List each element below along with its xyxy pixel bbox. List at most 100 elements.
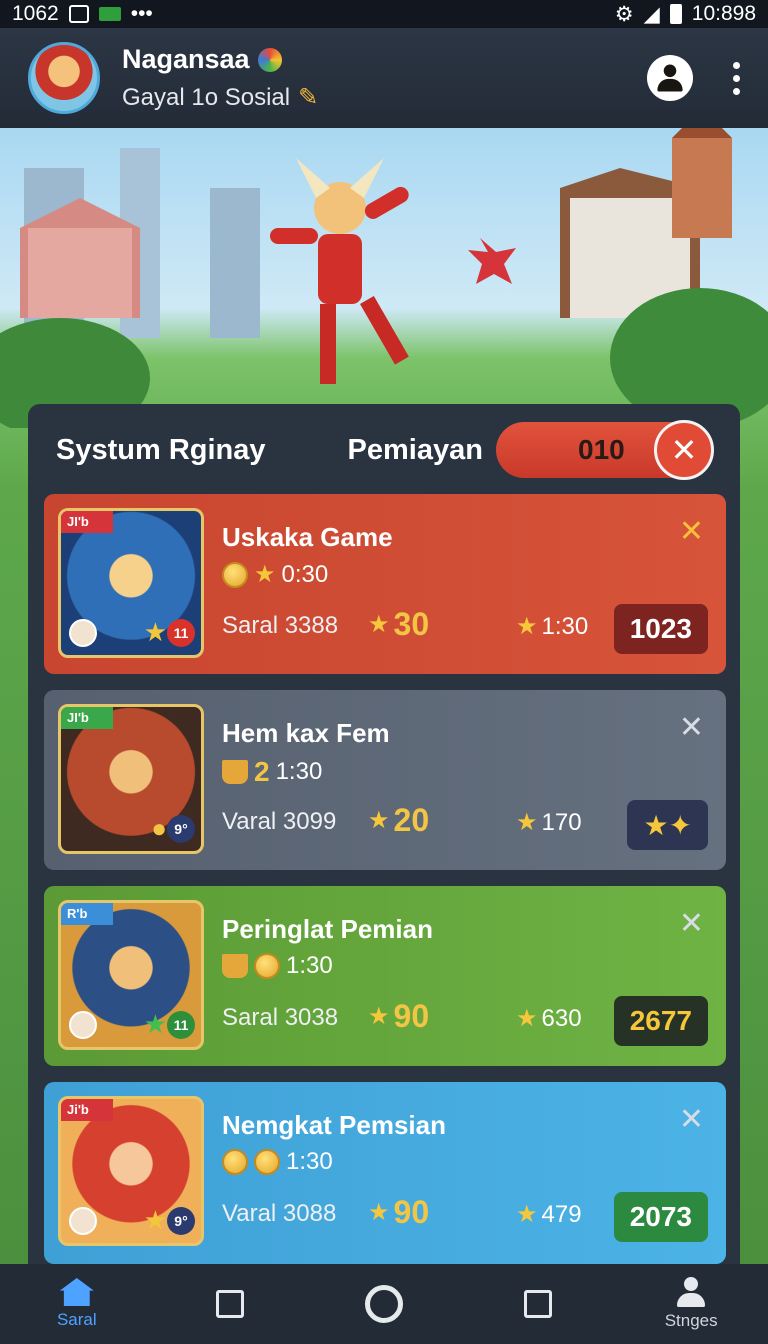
nav-settings[interactable]: Stnges bbox=[614, 1264, 768, 1344]
card-bonus: ★ 30 bbox=[368, 606, 429, 643]
card-meta: 2 1:30 bbox=[222, 756, 322, 788]
event-card[interactable]: R'b ★ 11 Peringlat Pemian 1:30 Saral 303… bbox=[44, 886, 726, 1066]
profile-info: Nagansaa Gayal 1o Sosial ✎ bbox=[122, 44, 318, 112]
avatar[interactable] bbox=[28, 42, 100, 114]
card-label: Saral 3388 bbox=[222, 612, 339, 639]
star-icon: ★ bbox=[516, 1005, 538, 1032]
battery-icon bbox=[669, 4, 682, 24]
card-title: Hem kax Fem bbox=[222, 718, 390, 748]
level-badge: 11 bbox=[167, 1011, 195, 1039]
ribbon-label: R'b bbox=[61, 903, 113, 925]
coin-icon bbox=[254, 953, 280, 979]
score-badge: 2677 bbox=[613, 996, 708, 1046]
bonus-top: 2 bbox=[254, 756, 270, 787]
card-stars: ★ 630 bbox=[516, 1004, 582, 1033]
star-icon: ★ bbox=[254, 561, 276, 588]
card-bonus: ★ 90 bbox=[368, 1194, 429, 1231]
card-meta: ★ 0:30 bbox=[222, 560, 328, 589]
event-card[interactable]: Ji'b ★ 9° Nemgkat Pemsian 1:30 Varal 308… bbox=[44, 1082, 726, 1264]
card-time: 1:30 bbox=[286, 1148, 333, 1175]
ball-icon bbox=[257, 47, 282, 72]
home-icon bbox=[59, 1278, 94, 1306]
card-stars: ★ 1:30 bbox=[516, 612, 588, 641]
close-icon[interactable]: ✕ bbox=[679, 710, 704, 745]
cup-icon bbox=[222, 954, 248, 978]
close-icon[interactable]: ✕ bbox=[679, 906, 704, 941]
panel-tabs: Systum Rginay Pemiayan 010 ✕ bbox=[28, 404, 740, 496]
cup-icon bbox=[222, 760, 248, 784]
player-avatar bbox=[69, 1207, 97, 1235]
star-icon: ★ bbox=[368, 1003, 390, 1030]
card-time: 1:30 bbox=[275, 758, 323, 785]
nav-square-left[interactable] bbox=[154, 1264, 308, 1344]
tab-systum[interactable]: Systum Rginay bbox=[56, 434, 266, 467]
user-icon bbox=[675, 1277, 707, 1307]
star-icon: ★ bbox=[516, 1201, 538, 1228]
status-time-left: 1062 bbox=[12, 2, 59, 25]
game-thumbnail: JI'b ● 9° bbox=[58, 704, 204, 854]
stars-value: 170 bbox=[541, 808, 582, 836]
event-card[interactable]: JI'b ★ 11 Uskaka Game ★ 0:30 Saral 3388 … bbox=[44, 494, 726, 674]
level-badge: 9° bbox=[167, 1207, 195, 1235]
city-scene bbox=[0, 128, 768, 428]
game-thumbnail: JI'b ★ 11 bbox=[58, 508, 204, 658]
star-icon: ★ bbox=[143, 617, 167, 647]
card-time: 1:30 bbox=[286, 952, 333, 979]
profile-subtitle: Gayal 1o Sosial bbox=[122, 83, 291, 111]
bottom-navigation: Saral Stnges bbox=[0, 1264, 768, 1344]
nav-center[interactable] bbox=[307, 1264, 461, 1344]
status-bar: 1062 ••• ⚙ ◢ 10:898 bbox=[0, 0, 768, 28]
bonus-value: 90 bbox=[393, 998, 430, 1034]
card-label: Saral 3038 bbox=[222, 1004, 339, 1031]
close-icon[interactable]: ✕ bbox=[679, 514, 704, 549]
ribbon-label: Ji'b bbox=[61, 1099, 113, 1121]
card-time: 0:30 bbox=[281, 560, 329, 588]
player-avatar bbox=[69, 1011, 97, 1039]
card-bonus: ★ 90 bbox=[368, 998, 429, 1035]
event-card[interactable]: JI'b ● 9° Hem kax Fem 2 1:30 Varal 3099 … bbox=[44, 690, 726, 870]
account-button[interactable] bbox=[647, 55, 693, 101]
close-icon[interactable]: ✕ bbox=[679, 1102, 704, 1137]
nav-square-right[interactable] bbox=[461, 1264, 615, 1344]
level-badge: 9° bbox=[167, 815, 195, 843]
bonus-value: 20 bbox=[393, 802, 430, 838]
more-menu-button[interactable] bbox=[733, 61, 740, 95]
settings-gear-icon: ⚙ bbox=[614, 2, 634, 26]
stars-value: 1:30 bbox=[541, 612, 589, 640]
feather-icon: ✎ bbox=[298, 84, 319, 111]
player-avatar bbox=[69, 619, 97, 647]
star-icon: ★ bbox=[368, 807, 390, 834]
stars-value: 630 bbox=[541, 1004, 582, 1032]
star-icon: ★ bbox=[143, 1009, 167, 1039]
square-icon bbox=[523, 1290, 552, 1318]
game-thumbnail: Ji'b ★ 9° bbox=[58, 1096, 204, 1246]
coin-icon bbox=[222, 561, 248, 588]
card-label: Varal 3099 bbox=[222, 808, 337, 835]
coin-icon bbox=[254, 1149, 280, 1175]
coin-icon bbox=[222, 1149, 248, 1175]
bonus-value: 90 bbox=[393, 1194, 430, 1230]
card-stars: ★ 479 bbox=[516, 1200, 582, 1229]
nav-settings-label: Stnges bbox=[664, 1311, 718, 1330]
counter-pill: 010 ✕ bbox=[496, 420, 714, 480]
nav-home[interactable]: Saral bbox=[0, 1264, 154, 1344]
star-icon: ★ bbox=[368, 611, 390, 638]
card-meta: 1:30 bbox=[222, 952, 333, 980]
square-icon bbox=[216, 1290, 245, 1318]
circle-icon bbox=[364, 1285, 403, 1323]
card-title: Nemgkat Pemsian bbox=[222, 1110, 446, 1140]
tab-pemiayan[interactable]: Pemiayan bbox=[348, 434, 483, 467]
card-label: Varal 3088 bbox=[222, 1200, 337, 1227]
close-button[interactable]: ✕ bbox=[654, 420, 714, 480]
card-title: Peringlat Pemian bbox=[222, 914, 433, 944]
star-icon: ★ bbox=[143, 1205, 167, 1235]
profile-name: Nagansaa bbox=[122, 44, 250, 74]
game-thumbnail: R'b ★ 11 bbox=[58, 900, 204, 1050]
app-header: Nagansaa Gayal 1o Sosial ✎ bbox=[0, 28, 768, 128]
card-bonus: ★ 20 bbox=[368, 802, 429, 839]
card-title: Uskaka Game bbox=[222, 522, 393, 552]
card-stars: ★ 170 bbox=[516, 808, 582, 837]
star-icon: ★ bbox=[368, 1199, 390, 1226]
card-meta: 1:30 bbox=[222, 1148, 333, 1176]
coin-icon: ● bbox=[151, 813, 167, 843]
